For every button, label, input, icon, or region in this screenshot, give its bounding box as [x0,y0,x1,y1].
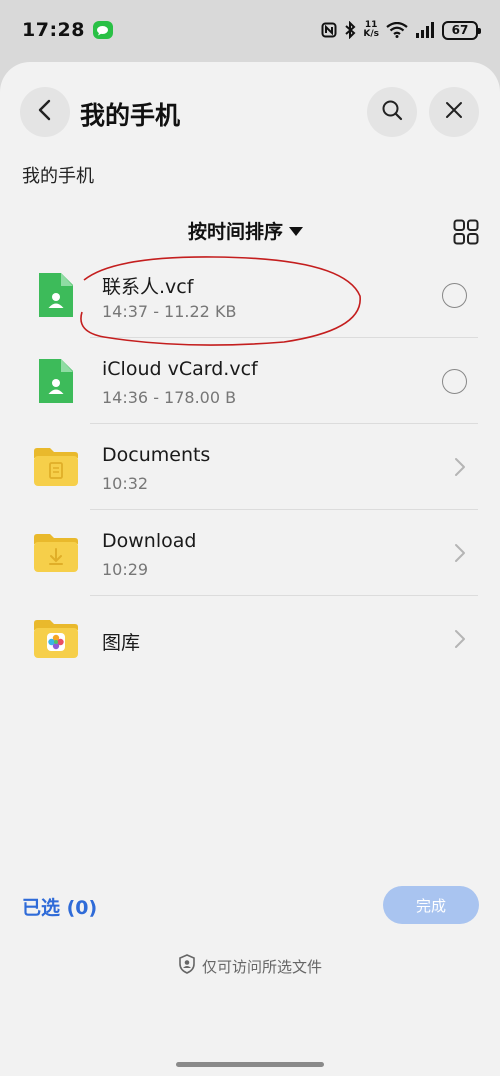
file-picker-sheet: 我的手机 我的手机 按时间排序 联系人.vcf 14:37 - 11.22 KB… [0,62,500,1076]
folder-name: 图库 [102,632,141,654]
home-indicator[interactable] [176,1062,324,1067]
close-icon [445,101,463,123]
file-row-contacts-vcf[interactable]: 联系人.vcf 14:37 - 11.22 KB [0,252,500,338]
sort-dropdown[interactable]: 按时间排序 [188,217,304,244]
grid-view-icon [453,219,479,249]
selected-count: 已选 (0) [22,897,98,919]
caret-down-icon [289,220,304,242]
search-icon [381,99,403,125]
search-button[interactable] [367,87,417,137]
chevron-left-icon [37,99,53,125]
cellular-signal-icon [415,22,435,38]
sort-label: 按时间排序 [188,221,284,243]
folder-row-documents[interactable]: Documents 10:32 [0,424,500,510]
network-speed-unit: K/s [363,29,379,39]
folder-name: Documents [102,444,211,466]
folder-meta: 10:32 [102,474,149,493]
folder-name: Download [102,530,197,552]
done-button[interactable]: 完成 [383,886,479,924]
bluetooth-icon [344,21,356,39]
network-speed: 11 K/s [363,21,379,39]
nfc-icon [321,22,337,38]
file-list: 联系人.vcf 14:37 - 11.22 KB iCloud vCard.vc… [0,252,500,682]
sort-row: 按时间排序 [0,217,500,247]
chevron-right-icon [454,543,466,567]
grid-view-button[interactable] [453,219,479,249]
breadcrumb[interactable]: 我的手机 [22,162,94,188]
chevron-right-icon [454,457,466,481]
file-name: 联系人.vcf [102,276,194,298]
vcf-file-icon [32,357,80,405]
close-button[interactable] [429,87,479,137]
status-time: 17:28 [22,19,85,41]
select-radio[interactable] [442,283,467,308]
folder-row-gallery[interactable]: 图库 [0,596,500,682]
shield-user-icon [178,954,196,978]
folder-meta: 10:29 [102,560,149,579]
file-meta: 14:36 - 178.00 B [102,388,237,407]
file-meta: 14:37 - 11.22 KB [102,302,237,321]
page-title: 我的手机 [80,101,181,130]
file-name: iCloud vCard.vcf [102,358,258,380]
back-button[interactable] [20,87,70,137]
select-radio[interactable] [442,369,467,394]
chevron-right-icon [454,629,466,653]
status-icons: 11 K/s 67 [321,20,481,40]
privacy-text: 仅可访问所选文件 [201,957,322,976]
documents-folder-icon [32,443,80,491]
download-folder-icon [32,529,80,577]
message-app-icon [92,21,113,39]
wifi-icon [386,22,408,38]
battery-icon: 67 [442,20,481,40]
file-row-icloud-vcard[interactable]: iCloud vCard.vcf 14:36 - 178.00 B [0,338,500,424]
privacy-note: 仅可访问所选文件 [0,954,500,978]
status-bar: 17:28 11 K/s 67 [0,0,500,60]
vcf-file-icon [32,271,80,319]
folder-row-download[interactable]: Download 10:29 [0,510,500,596]
gallery-folder-icon [32,615,80,663]
